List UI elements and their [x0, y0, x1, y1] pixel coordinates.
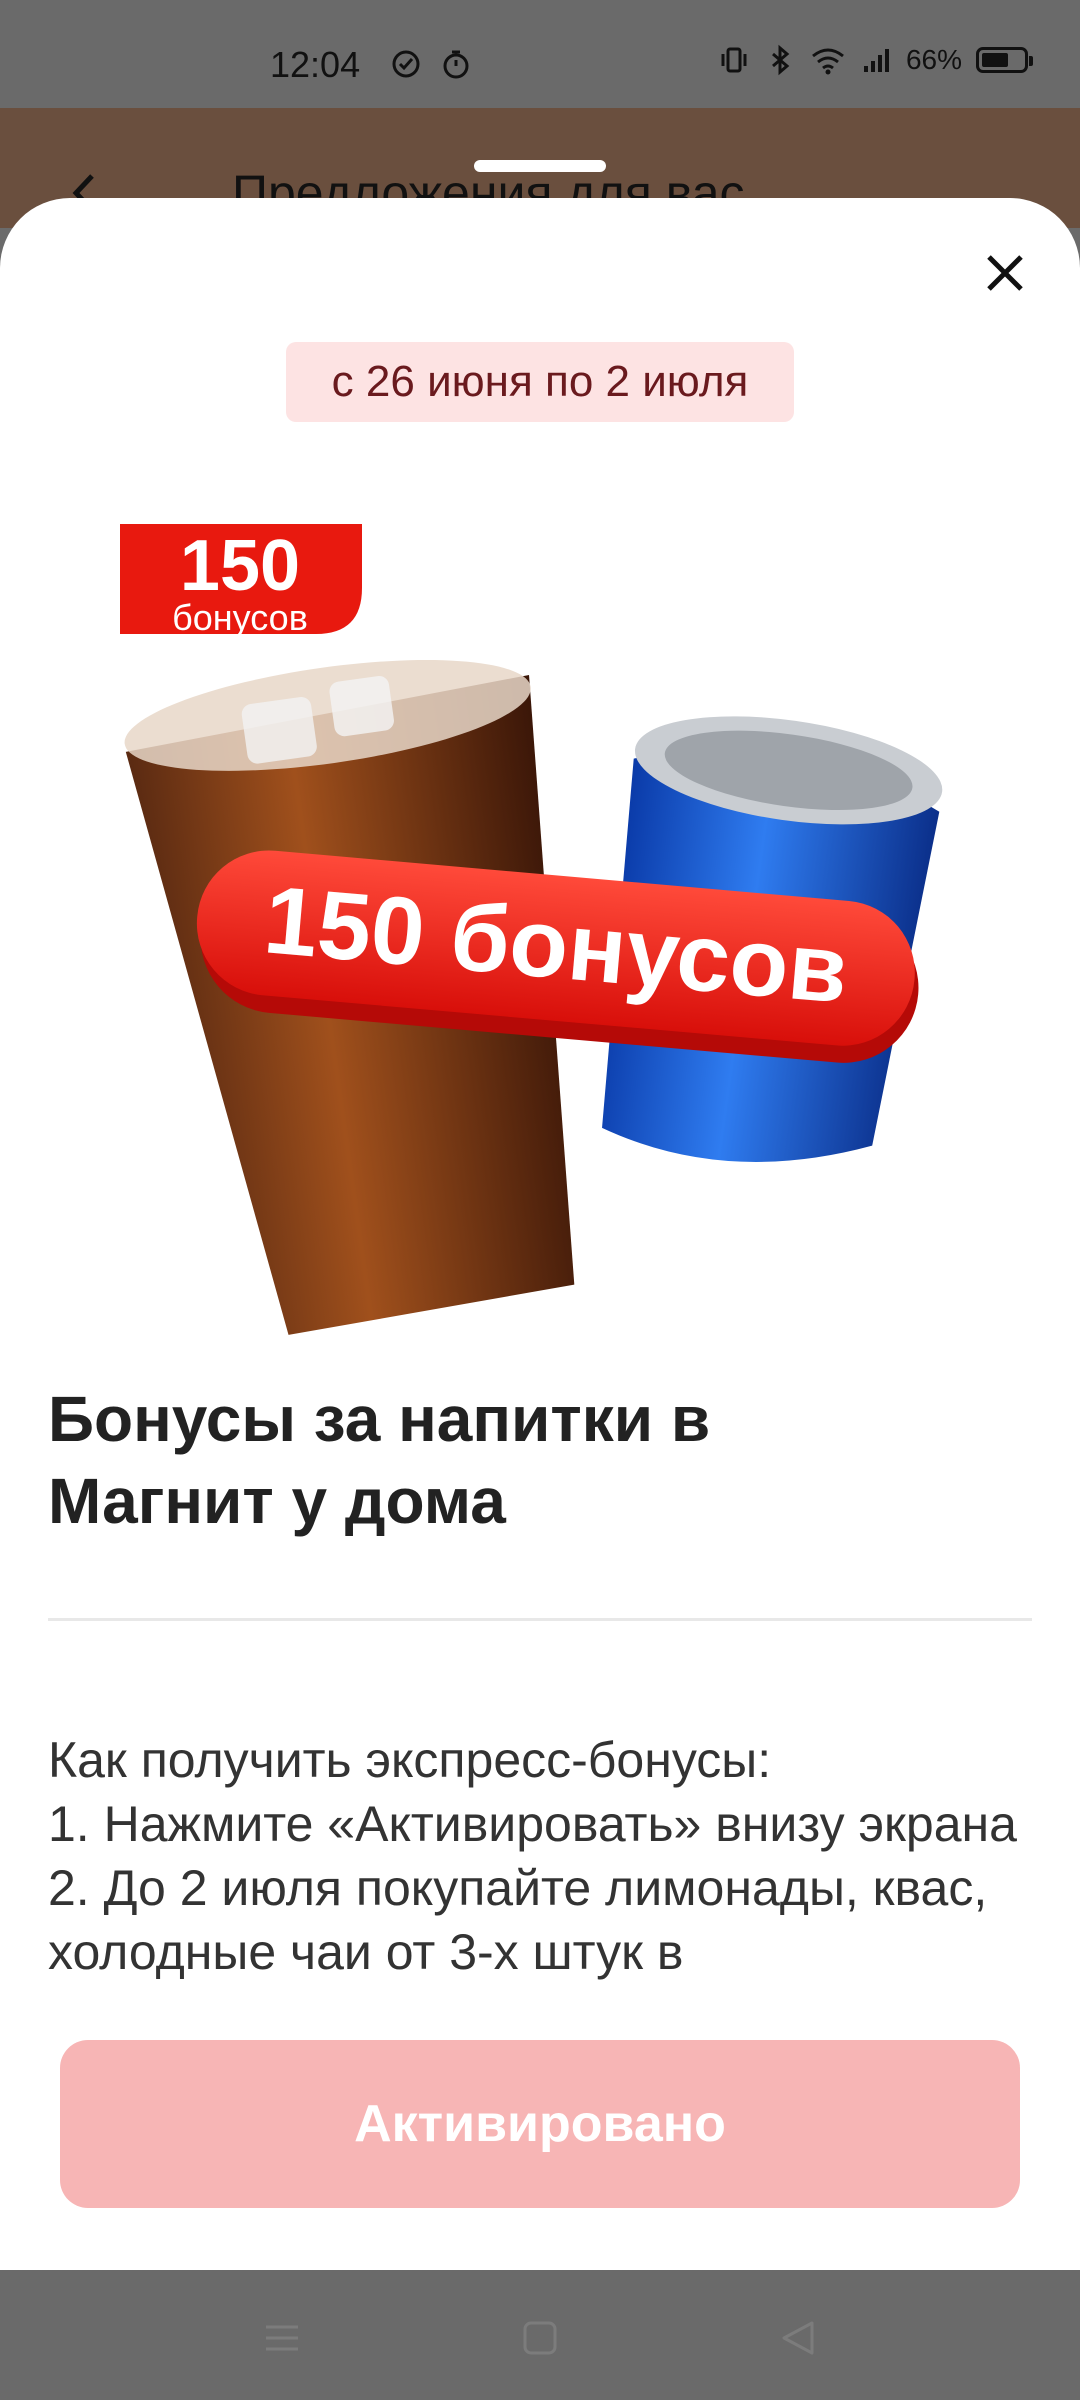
battery-icon — [976, 47, 1033, 73]
close-button[interactable] — [970, 238, 1040, 308]
bluetooth-icon — [771, 44, 790, 76]
stopwatch-icon — [443, 50, 469, 79]
battery-percent: 66% — [905, 44, 962, 75]
close-icon — [987, 255, 1023, 291]
promo-image: 150 бонусов 150 бонусов — [120, 524, 943, 1335]
battery-fill — [982, 53, 1008, 67]
offer-sheet: с 26 июня по 2 июля 150 бонусов 150 бону… — [0, 198, 1080, 2270]
bonus-badge: 150 бонусов — [120, 524, 362, 638]
check-circle-icon — [392, 50, 420, 78]
home-square-icon[interactable] — [520, 2318, 560, 2358]
offer-title: Бонусы за напитки в Магнит у дома — [48, 1383, 711, 1537]
badge-unit: бонусов — [172, 597, 308, 638]
menu-icon[interactable] — [262, 2318, 302, 2358]
status-bar: 12:04 66% — [0, 0, 1080, 108]
vibrate-icon — [721, 47, 747, 73]
navigation-bar — [0, 2270, 1080, 2400]
wifi-icon — [812, 48, 844, 75]
sheet-drag-handle[interactable] — [474, 160, 606, 172]
date-range-chip: с 26 июня по 2 июля — [286, 342, 794, 422]
offer-description: Как получить экспресс-бонусы: 1. Нажмите… — [48, 1732, 1017, 1980]
activated-button[interactable]: Активировано — [60, 2040, 1020, 2208]
status-time: 12:04 — [270, 44, 361, 85]
signal-icon — [863, 49, 889, 72]
badge-value: 150 — [180, 526, 300, 606]
divider — [48, 1618, 1032, 1621]
back-triangle-icon[interactable] — [778, 2318, 818, 2358]
